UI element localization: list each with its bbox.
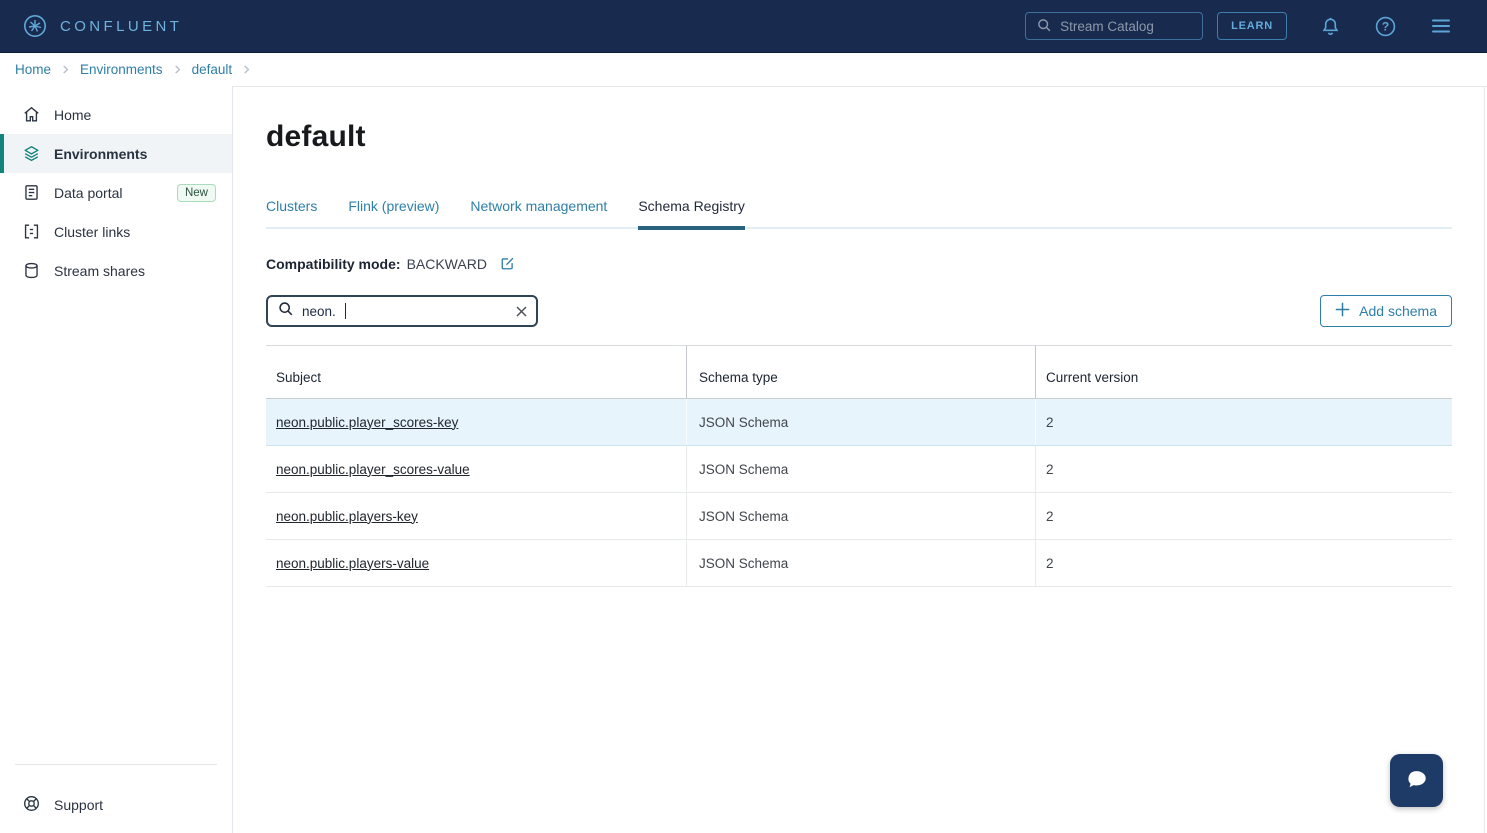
page-title: default: [266, 120, 1487, 154]
sidebar-item-label: Environments: [54, 146, 147, 162]
table-row[interactable]: neon.public.player_scores-key JSON Schem…: [266, 399, 1452, 446]
subject-link[interactable]: neon.public.player_scores-key: [276, 415, 458, 430]
schema-table: Subject Schema type Current version neon…: [266, 345, 1452, 587]
edit-icon[interactable]: [499, 255, 516, 272]
current-version-cell: 2: [1036, 540, 1452, 586]
database-icon: [22, 261, 41, 280]
search-icon: [277, 300, 294, 322]
breadcrumb-default[interactable]: default: [192, 62, 233, 77]
life-ring-icon: [22, 794, 41, 816]
schema-search-value: neon.: [302, 304, 336, 319]
sidebar-divider: [15, 764, 217, 765]
right-edge-line: [1484, 87, 1485, 833]
column-header-schema-type: Schema type: [687, 346, 1036, 398]
tab-schema-registry[interactable]: Schema Registry: [638, 198, 745, 230]
compatibility-mode-value: BACKWARD: [407, 256, 487, 272]
top-navbar: CONFLUENT Stream Catalog LEARN ?: [0, 0, 1487, 53]
tab-bar: Clusters Flink (preview) Network managem…: [266, 198, 1452, 229]
sidebar-item-support[interactable]: Support: [0, 787, 232, 823]
sidebar: Home Environments Data portal New: [0, 86, 233, 833]
current-version-cell: 2: [1036, 399, 1452, 445]
stream-catalog-search[interactable]: Stream Catalog: [1025, 12, 1203, 40]
sidebar-item-label: Cluster links: [54, 224, 130, 240]
sidebar-item-home[interactable]: Home: [0, 95, 232, 134]
add-schema-button[interactable]: Add schema: [1320, 295, 1452, 327]
sidebar-item-environments[interactable]: Environments: [0, 134, 232, 173]
sidebar-item-label: Support: [54, 797, 103, 813]
help-icon[interactable]: ?: [1374, 15, 1397, 38]
table-header-row: Subject Schema type Current version: [266, 346, 1452, 399]
chevron-right-icon: [173, 65, 182, 74]
subject-link[interactable]: neon.public.players-key: [276, 509, 418, 524]
plus-icon: [1335, 302, 1350, 320]
add-schema-label: Add schema: [1359, 303, 1437, 319]
new-badge: New: [177, 184, 216, 202]
svg-text:?: ?: [1382, 19, 1389, 33]
subject-link[interactable]: neon.public.player_scores-value: [276, 462, 470, 477]
sidebar-item-data-portal[interactable]: Data portal New: [0, 173, 232, 212]
subject-link[interactable]: neon.public.players-value: [276, 556, 429, 571]
chat-bubble-icon: [1403, 766, 1430, 796]
tab-flink-preview[interactable]: Flink (preview): [348, 198, 439, 230]
table-row[interactable]: neon.public.players-value JSON Schema 2: [266, 540, 1452, 587]
breadcrumb: Home Environments default: [0, 53, 1487, 86]
sidebar-item-label: Home: [54, 107, 91, 123]
brand-wordmark: CONFLUENT: [60, 18, 182, 35]
schema-type-cell: JSON Schema: [687, 446, 1036, 492]
brackets-icon: [22, 222, 41, 241]
clear-search-icon[interactable]: [516, 306, 527, 317]
navbar-actions: Stream Catalog LEARN ?: [1025, 12, 1453, 40]
confluent-logo-icon: [22, 13, 48, 39]
home-icon: [22, 105, 41, 124]
search-icon: [1036, 17, 1052, 36]
compatibility-mode-label: Compatibility mode:: [266, 256, 401, 272]
schema-type-cell: JSON Schema: [687, 540, 1036, 586]
column-header-subject: Subject: [266, 346, 687, 398]
tab-network-management[interactable]: Network management: [470, 198, 607, 230]
layers-icon: [22, 144, 41, 163]
chevron-right-icon: [242, 65, 251, 74]
document-icon: [22, 183, 41, 202]
tab-clusters[interactable]: Clusters: [266, 198, 317, 230]
sidebar-item-label: Stream shares: [54, 263, 145, 279]
hamburger-menu-icon[interactable]: [1429, 14, 1453, 38]
learn-button[interactable]: LEARN: [1217, 12, 1287, 40]
text-cursor: [345, 303, 347, 319]
main-content: default Clusters Flink (preview) Network…: [233, 86, 1487, 833]
current-version-cell: 2: [1036, 493, 1452, 539]
current-version-cell: 2: [1036, 446, 1452, 492]
schema-type-cell: JSON Schema: [687, 493, 1036, 539]
schema-toolbar: neon. Add schema: [266, 295, 1452, 327]
column-header-current-version: Current version: [1036, 346, 1452, 398]
breadcrumb-environments[interactable]: Environments: [80, 62, 163, 77]
schema-type-cell: JSON Schema: [687, 399, 1036, 445]
table-row[interactable]: neon.public.player_scores-value JSON Sch…: [266, 446, 1452, 493]
chevron-right-icon: [61, 65, 70, 74]
chat-widget-button[interactable]: [1390, 754, 1443, 807]
sidebar-item-stream-shares[interactable]: Stream shares: [0, 251, 232, 290]
confluent-brand[interactable]: CONFLUENT: [22, 13, 182, 39]
sidebar-item-label: Data portal: [54, 185, 122, 201]
catalog-search-placeholder: Stream Catalog: [1060, 19, 1154, 34]
schema-search-input[interactable]: neon.: [266, 295, 538, 327]
compatibility-mode-row: Compatibility mode: BACKWARD: [266, 255, 1487, 272]
notifications-bell-icon[interactable]: [1319, 15, 1342, 38]
sidebar-item-cluster-links[interactable]: Cluster links: [0, 212, 232, 251]
table-row[interactable]: neon.public.players-key JSON Schema 2: [266, 493, 1452, 540]
breadcrumb-home[interactable]: Home: [15, 62, 51, 77]
